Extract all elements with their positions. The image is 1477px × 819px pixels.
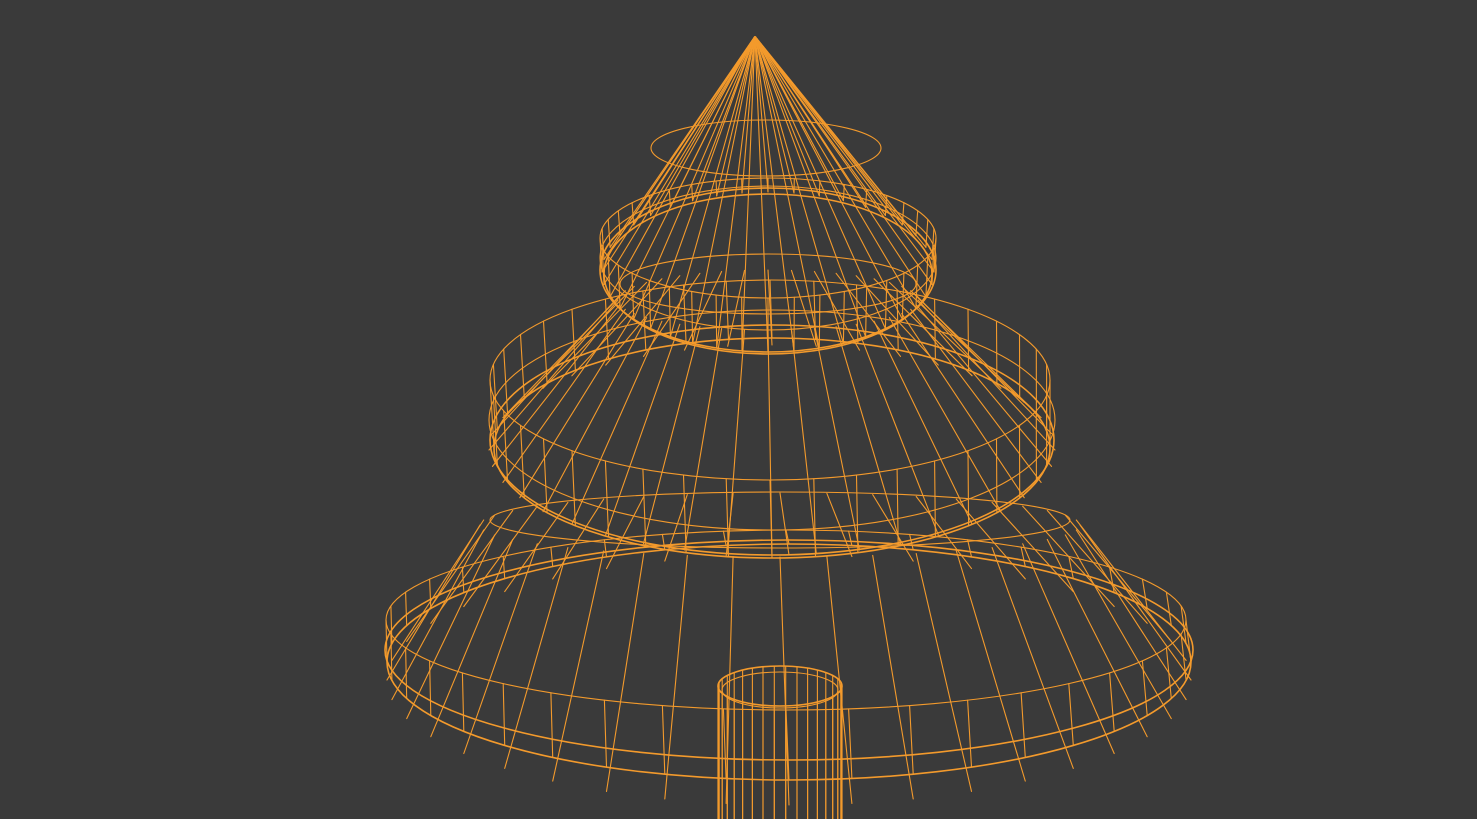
mesh-edge <box>967 699 973 768</box>
mesh-edge <box>1020 692 1026 759</box>
tree-wireframe-mesh[interactable] <box>0 0 1477 819</box>
mesh-edge <box>1109 672 1115 732</box>
mesh-edge <box>405 647 408 700</box>
mesh-edge <box>896 290 899 351</box>
mesh-edge <box>754 36 867 338</box>
mesh-edge <box>1075 519 1187 661</box>
mesh-edge <box>715 294 718 349</box>
mesh-edge <box>848 708 853 780</box>
mesh-edge <box>1020 546 1026 568</box>
mesh-edge <box>461 672 465 732</box>
mesh-edge <box>463 505 538 608</box>
mesh-edge <box>405 591 408 627</box>
mesh-edge <box>910 308 1042 483</box>
mesh-edge <box>955 550 1026 782</box>
tree-tier-top-wireframe[interactable] <box>599 36 937 355</box>
mesh-edge <box>909 705 914 775</box>
mesh-edge <box>915 552 973 792</box>
mesh-edge <box>754 36 933 261</box>
mesh-edge <box>682 474 687 554</box>
mesh-edge <box>406 534 496 720</box>
mesh-edge <box>722 708 727 780</box>
mesh-edge <box>571 308 576 371</box>
mesh-edge <box>542 317 648 513</box>
mesh-edge <box>502 683 506 746</box>
mesh-edge <box>991 501 1074 593</box>
mesh-edge <box>722 530 727 547</box>
mesh-edge <box>727 329 746 555</box>
mesh-edge <box>1165 591 1172 627</box>
mesh-edge <box>683 327 723 551</box>
mesh-edge <box>661 705 666 775</box>
mesh-edge <box>550 546 554 568</box>
mesh-edge <box>715 180 718 197</box>
mesh-edge <box>813 327 861 551</box>
mesh-edge <box>835 326 902 545</box>
mesh-edge <box>668 188 671 208</box>
mesh-edge <box>1046 509 1148 624</box>
mesh-edge <box>779 556 790 806</box>
mesh-edge <box>848 530 853 547</box>
mesh-edge <box>826 556 853 805</box>
mesh-edge <box>691 183 694 202</box>
mesh-edge <box>1165 647 1172 700</box>
mesh-edge <box>790 329 817 555</box>
mesh-edge <box>754 36 917 309</box>
mesh-edge <box>605 495 645 570</box>
mesh-edge <box>633 36 756 320</box>
mesh-edge <box>519 424 525 499</box>
mesh-edge <box>603 699 608 768</box>
mesh-edge <box>818 294 821 349</box>
mesh-edge <box>967 450 970 527</box>
mesh-edge <box>668 285 671 338</box>
mesh-edge <box>664 554 688 800</box>
3d-viewport[interactable] <box>0 0 1477 819</box>
mesh-edge <box>872 554 914 800</box>
tree-tier-middle-wireframe[interactable] <box>488 253 1056 559</box>
trunk-top-inner-loop <box>721 671 839 709</box>
mesh-edge <box>1185 619 1192 663</box>
mesh-edge <box>642 468 647 547</box>
mesh-edge <box>604 460 610 538</box>
mesh-edge <box>967 308 970 371</box>
mesh-edge <box>542 438 548 514</box>
mesh-edge <box>888 281 1002 389</box>
mesh-edge <box>1064 514 1172 642</box>
mesh-edge <box>818 180 821 197</box>
mesh-edge <box>661 533 666 551</box>
mesh-edge <box>967 539 973 558</box>
mesh-edge <box>503 410 509 483</box>
mesh-edge <box>461 566 465 594</box>
mesh-edge <box>842 290 845 344</box>
mesh-edge <box>754 36 820 349</box>
mesh-edge <box>790 269 817 347</box>
mesh-edge-loop <box>386 543 1192 781</box>
mesh-edge <box>915 304 1053 467</box>
mesh-edge <box>605 552 645 792</box>
mesh-edge <box>1141 660 1148 717</box>
mesh-edge <box>779 492 790 556</box>
mesh-edge <box>429 578 432 609</box>
mesh-edge <box>1022 543 1115 755</box>
mesh-edge <box>991 547 1074 769</box>
tree-trunk-wireframe[interactable] <box>717 665 843 819</box>
mesh-edge <box>934 298 936 360</box>
mesh-edge <box>550 692 554 759</box>
mesh-edge <box>725 280 730 340</box>
mesh-edge <box>1068 683 1074 746</box>
mesh-edge <box>872 494 914 562</box>
mesh-edge <box>519 334 525 399</box>
mesh-edge <box>571 450 576 527</box>
tree-tier-bottom-wireframe[interactable] <box>384 491 1194 806</box>
mesh-edge <box>1141 578 1148 609</box>
mesh-edge <box>1064 534 1172 720</box>
mesh-edge <box>865 285 868 338</box>
